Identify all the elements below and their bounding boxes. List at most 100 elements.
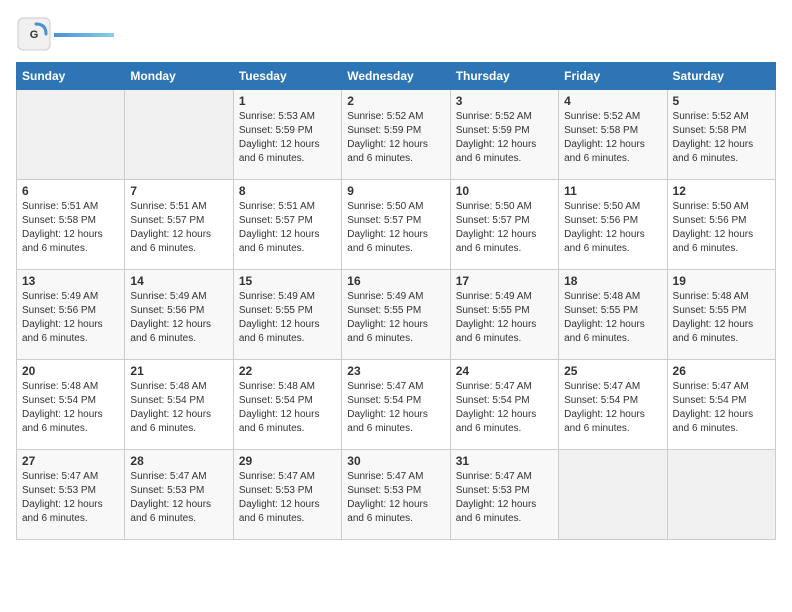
- sunrise-text: Sunrise: 5:52 AM: [456, 111, 532, 122]
- sunset-text: Sunset: 5:55 PM: [239, 305, 313, 316]
- daylight-text: Daylight: 12 hours and 6 minutes.: [347, 409, 428, 434]
- calendar-cell: 11 Sunrise: 5:50 AM Sunset: 5:56 PM Dayl…: [559, 180, 667, 270]
- day-number: 26: [673, 364, 770, 378]
- sunset-text: Sunset: 5:56 PM: [130, 305, 204, 316]
- calendar-cell: 2 Sunrise: 5:52 AM Sunset: 5:59 PM Dayli…: [342, 90, 450, 180]
- sunset-text: Sunset: 5:58 PM: [22, 215, 96, 226]
- calendar-cell: 3 Sunrise: 5:52 AM Sunset: 5:59 PM Dayli…: [450, 90, 558, 180]
- logo-icon: G: [16, 16, 52, 52]
- calendar-cell: 23 Sunrise: 5:47 AM Sunset: 5:54 PM Dayl…: [342, 360, 450, 450]
- calendar-cell: 20 Sunrise: 5:48 AM Sunset: 5:54 PM Dayl…: [17, 360, 125, 450]
- calendar-cell: 18 Sunrise: 5:48 AM Sunset: 5:55 PM Dayl…: [559, 270, 667, 360]
- sunrise-text: Sunrise: 5:49 AM: [456, 291, 532, 302]
- calendar-cell: 29 Sunrise: 5:47 AM Sunset: 5:53 PM Dayl…: [233, 450, 341, 540]
- cell-info: Sunrise: 5:47 AM Sunset: 5:54 PM Dayligh…: [456, 380, 553, 436]
- calendar-cell: [17, 90, 125, 180]
- weekday-header-friday: Friday: [559, 63, 667, 90]
- sunset-text: Sunset: 5:55 PM: [347, 305, 421, 316]
- sunrise-text: Sunrise: 5:52 AM: [673, 111, 749, 122]
- cell-info: Sunrise: 5:49 AM Sunset: 5:55 PM Dayligh…: [347, 290, 444, 346]
- daylight-text: Daylight: 12 hours and 6 minutes.: [239, 139, 320, 164]
- day-number: 18: [564, 274, 661, 288]
- day-number: 31: [456, 454, 553, 468]
- sunset-text: Sunset: 5:55 PM: [673, 305, 747, 316]
- sunset-text: Sunset: 5:53 PM: [239, 485, 313, 496]
- calendar-cell: 13 Sunrise: 5:49 AM Sunset: 5:56 PM Dayl…: [17, 270, 125, 360]
- calendar-cell: 17 Sunrise: 5:49 AM Sunset: 5:55 PM Dayl…: [450, 270, 558, 360]
- cell-info: Sunrise: 5:50 AM Sunset: 5:56 PM Dayligh…: [564, 200, 661, 256]
- calendar-cell: 16 Sunrise: 5:49 AM Sunset: 5:55 PM Dayl…: [342, 270, 450, 360]
- calendar-table: SundayMondayTuesdayWednesdayThursdayFrid…: [16, 62, 776, 540]
- calendar-cell: 12 Sunrise: 5:50 AM Sunset: 5:56 PM Dayl…: [667, 180, 775, 270]
- sunset-text: Sunset: 5:58 PM: [564, 125, 638, 136]
- day-number: 28: [130, 454, 227, 468]
- weekday-header-sunday: Sunday: [17, 63, 125, 90]
- daylight-text: Daylight: 12 hours and 6 minutes.: [456, 409, 537, 434]
- cell-info: Sunrise: 5:47 AM Sunset: 5:53 PM Dayligh…: [22, 470, 119, 526]
- sunrise-text: Sunrise: 5:48 AM: [239, 381, 315, 392]
- calendar-week-2: 6 Sunrise: 5:51 AM Sunset: 5:58 PM Dayli…: [17, 180, 776, 270]
- cell-info: Sunrise: 5:47 AM Sunset: 5:53 PM Dayligh…: [130, 470, 227, 526]
- calendar-cell: [125, 90, 233, 180]
- daylight-text: Daylight: 12 hours and 6 minutes.: [22, 229, 103, 254]
- calendar-week-1: 1 Sunrise: 5:53 AM Sunset: 5:59 PM Dayli…: [17, 90, 776, 180]
- cell-info: Sunrise: 5:50 AM Sunset: 5:56 PM Dayligh…: [673, 200, 770, 256]
- day-number: 17: [456, 274, 553, 288]
- daylight-text: Daylight: 12 hours and 6 minutes.: [456, 499, 537, 524]
- day-number: 5: [673, 94, 770, 108]
- weekday-header-monday: Monday: [125, 63, 233, 90]
- calendar-cell: 1 Sunrise: 5:53 AM Sunset: 5:59 PM Dayli…: [233, 90, 341, 180]
- calendar-cell: [559, 450, 667, 540]
- calendar-cell: 7 Sunrise: 5:51 AM Sunset: 5:57 PM Dayli…: [125, 180, 233, 270]
- daylight-text: Daylight: 12 hours and 6 minutes.: [239, 229, 320, 254]
- cell-info: Sunrise: 5:47 AM Sunset: 5:54 PM Dayligh…: [564, 380, 661, 436]
- weekday-header-saturday: Saturday: [667, 63, 775, 90]
- cell-info: Sunrise: 5:49 AM Sunset: 5:55 PM Dayligh…: [239, 290, 336, 346]
- sunrise-text: Sunrise: 5:50 AM: [347, 201, 423, 212]
- day-number: 1: [239, 94, 336, 108]
- sunrise-text: Sunrise: 5:48 AM: [130, 381, 206, 392]
- calendar-cell: 10 Sunrise: 5:50 AM Sunset: 5:57 PM Dayl…: [450, 180, 558, 270]
- daylight-text: Daylight: 12 hours and 6 minutes.: [673, 139, 754, 164]
- sunset-text: Sunset: 5:56 PM: [22, 305, 96, 316]
- calendar-cell: 30 Sunrise: 5:47 AM Sunset: 5:53 PM Dayl…: [342, 450, 450, 540]
- sunset-text: Sunset: 5:57 PM: [130, 215, 204, 226]
- day-number: 9: [347, 184, 444, 198]
- calendar-cell: 14 Sunrise: 5:49 AM Sunset: 5:56 PM Dayl…: [125, 270, 233, 360]
- sunrise-text: Sunrise: 5:51 AM: [239, 201, 315, 212]
- cell-info: Sunrise: 5:52 AM Sunset: 5:59 PM Dayligh…: [456, 110, 553, 166]
- day-number: 21: [130, 364, 227, 378]
- weekday-header-tuesday: Tuesday: [233, 63, 341, 90]
- cell-info: Sunrise: 5:50 AM Sunset: 5:57 PM Dayligh…: [347, 200, 444, 256]
- sunset-text: Sunset: 5:59 PM: [456, 125, 530, 136]
- daylight-text: Daylight: 12 hours and 6 minutes.: [673, 409, 754, 434]
- sunset-text: Sunset: 5:54 PM: [239, 395, 313, 406]
- cell-info: Sunrise: 5:48 AM Sunset: 5:54 PM Dayligh…: [130, 380, 227, 436]
- daylight-text: Daylight: 12 hours and 6 minutes.: [130, 229, 211, 254]
- daylight-text: Daylight: 12 hours and 6 minutes.: [564, 319, 645, 344]
- sunset-text: Sunset: 5:53 PM: [22, 485, 96, 496]
- sunrise-text: Sunrise: 5:47 AM: [456, 381, 532, 392]
- day-number: 10: [456, 184, 553, 198]
- calendar-body: 1 Sunrise: 5:53 AM Sunset: 5:59 PM Dayli…: [17, 90, 776, 540]
- sunset-text: Sunset: 5:53 PM: [347, 485, 421, 496]
- sunset-text: Sunset: 5:56 PM: [673, 215, 747, 226]
- calendar-cell: 21 Sunrise: 5:48 AM Sunset: 5:54 PM Dayl…: [125, 360, 233, 450]
- sunrise-text: Sunrise: 5:47 AM: [347, 381, 423, 392]
- day-number: 16: [347, 274, 444, 288]
- logo: G: [16, 16, 114, 52]
- daylight-text: Daylight: 12 hours and 6 minutes.: [564, 229, 645, 254]
- sunset-text: Sunset: 5:58 PM: [673, 125, 747, 136]
- day-number: 25: [564, 364, 661, 378]
- calendar-week-3: 13 Sunrise: 5:49 AM Sunset: 5:56 PM Dayl…: [17, 270, 776, 360]
- daylight-text: Daylight: 12 hours and 6 minutes.: [347, 499, 428, 524]
- daylight-text: Daylight: 12 hours and 6 minutes.: [456, 229, 537, 254]
- calendar-cell: 5 Sunrise: 5:52 AM Sunset: 5:58 PM Dayli…: [667, 90, 775, 180]
- daylight-text: Daylight: 12 hours and 6 minutes.: [673, 229, 754, 254]
- cell-info: Sunrise: 5:48 AM Sunset: 5:54 PM Dayligh…: [22, 380, 119, 436]
- calendar-cell: 15 Sunrise: 5:49 AM Sunset: 5:55 PM Dayl…: [233, 270, 341, 360]
- sunrise-text: Sunrise: 5:51 AM: [130, 201, 206, 212]
- cell-info: Sunrise: 5:53 AM Sunset: 5:59 PM Dayligh…: [239, 110, 336, 166]
- day-number: 22: [239, 364, 336, 378]
- day-number: 23: [347, 364, 444, 378]
